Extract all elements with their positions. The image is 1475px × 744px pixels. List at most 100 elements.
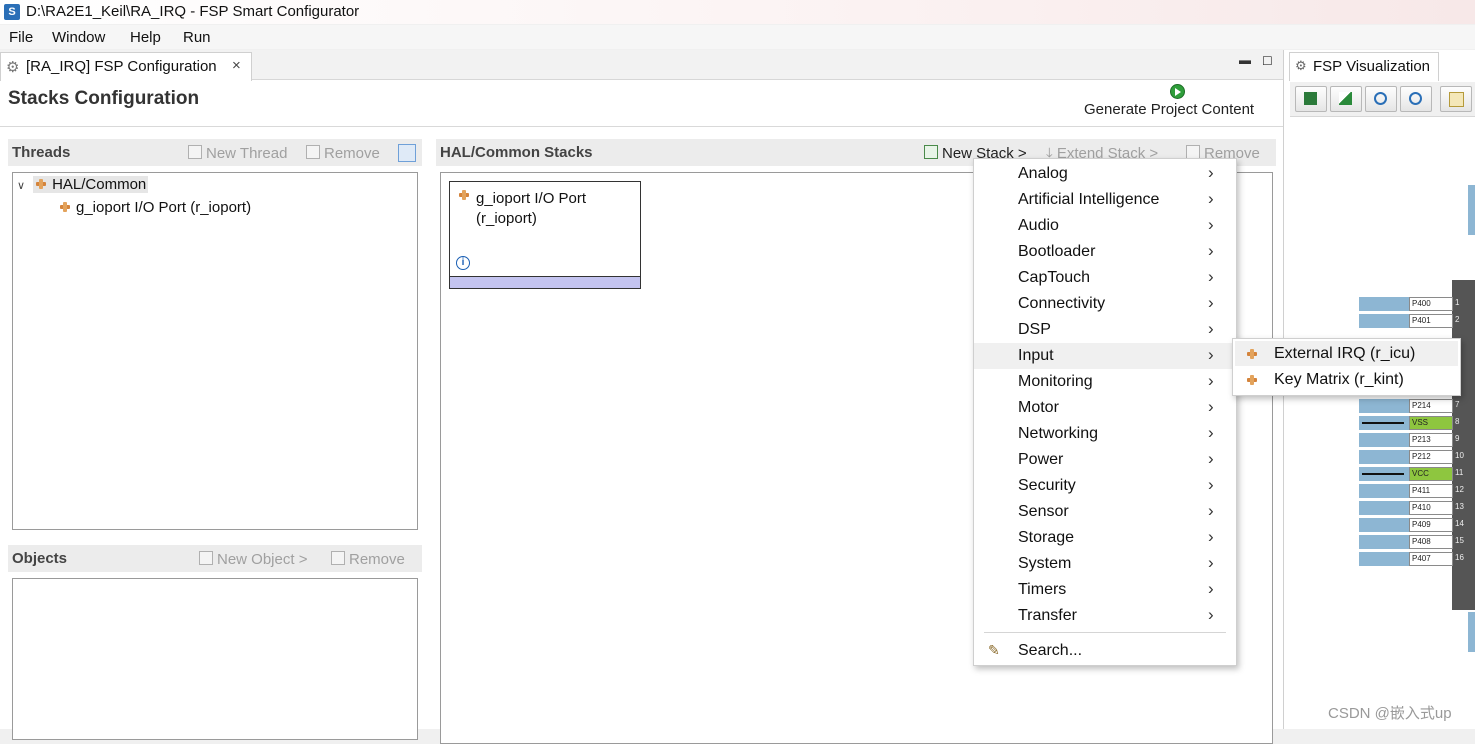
pin-p400[interactable]: P400 1 <box>1359 297 1459 311</box>
remove-object-button[interactable]: Remove <box>331 551 405 568</box>
chevron-right-icon: › <box>1208 501 1214 520</box>
pin-p401[interactable]: P401 2 <box>1359 314 1459 328</box>
new-thread-icon <box>188 145 202 159</box>
menu-item-label: Audio <box>1018 217 1059 234</box>
stack-block-line1: g_ioport I/O Port <box>476 190 587 207</box>
menu-window[interactable]: Window <box>52 29 105 46</box>
menu-item-dsp[interactable]: DSP › <box>974 317 1236 343</box>
pin-bar <box>1359 450 1409 464</box>
pin-p213[interactable]: P213 9 <box>1359 433 1459 447</box>
remove-thread-button[interactable]: Remove <box>306 145 380 162</box>
minimize-icon[interactable]: ▬ <box>1239 53 1251 67</box>
pin-p214[interactable]: P214 7 <box>1359 399 1459 413</box>
submenu-item-key-matrix[interactable]: Key Matrix (r_kint) <box>1235 367 1458 392</box>
menu-help[interactable]: Help <box>130 29 161 46</box>
search-wand-icon: ✎ <box>988 642 1000 658</box>
stack-block-g-ioport[interactable]: g_ioport I/O Port (r_ioport) i <box>449 181 641 289</box>
zoom-out-icon <box>1374 92 1387 105</box>
close-icon[interactable]: × <box>232 57 241 74</box>
menu-item-label: Input <box>1018 347 1054 364</box>
menu-item-storage[interactable]: Storage › <box>974 525 1236 551</box>
tab-label: [RA_IRQ] FSP Configuration <box>26 58 217 75</box>
menu-item-motor[interactable]: Motor › <box>974 395 1236 421</box>
menu-item-system[interactable]: System › <box>974 551 1236 577</box>
menu-file[interactable]: File <box>9 29 33 46</box>
new-object-button[interactable]: New Object > <box>199 551 307 568</box>
pin-name: P212 <box>1409 450 1453 464</box>
generate-project-content-button[interactable]: Generate Project Content <box>1084 101 1254 118</box>
save-image-button[interactable] <box>1295 86 1327 112</box>
pin-number: 9 <box>1455 434 1460 443</box>
menu-item-search-label: Search... <box>1018 642 1083 659</box>
pin-name: VCC <box>1409 467 1453 481</box>
stack-block-title: g_ioport I/O Port (r_ioport) <box>476 189 586 229</box>
pin-p408[interactable]: P408 15 <box>1359 535 1464 549</box>
tab-fsp-visualization[interactable]: ⚙ FSP Visualization <box>1289 52 1439 81</box>
tree-child-label: g_ioport I/O Port (r_ioport) <box>76 199 252 216</box>
menu-item-label: Monitoring <box>1018 373 1093 390</box>
pin-name: VSS <box>1409 416 1453 430</box>
menu-item-connectivity[interactable]: Connectivity › <box>974 291 1236 317</box>
menu-item-timers[interactable]: Timers › <box>974 577 1236 603</box>
menu-item-bootloader[interactable]: Bootloader › <box>974 239 1236 265</box>
zoom-in-button[interactable] <box>1400 86 1432 112</box>
tree-item-g-ioport[interactable]: g_ioport I/O Port (r_ioport) <box>59 199 251 216</box>
menu-item-audio[interactable]: Audio › <box>974 213 1236 239</box>
chevron-right-icon: › <box>1208 553 1214 572</box>
menu-item-search[interactable]: ✎ Search... <box>974 638 1236 664</box>
menu-item-label: Sensor <box>1018 503 1069 520</box>
chevron-right-icon: › <box>1208 293 1214 312</box>
pin-bar <box>1359 484 1409 498</box>
watermark: CSDN @嵌入式up <box>1328 705 1452 722</box>
pin-p411[interactable]: P411 12 <box>1359 484 1464 498</box>
menu-item-sensor[interactable]: Sensor › <box>974 499 1236 525</box>
maximize-icon[interactable]: ☐ <box>1262 54 1273 68</box>
menu-item-captouch[interactable]: CapTouch › <box>974 265 1236 291</box>
tab-fsp-configuration[interactable]: ⚙ [RA_IRQ] FSP Configuration × <box>0 52 252 81</box>
fit-icon <box>1339 92 1352 105</box>
pin-name: P401 <box>1409 314 1453 328</box>
remove-icon <box>331 551 345 565</box>
pin-p407[interactable]: P407 16 <box>1359 552 1464 566</box>
new-thread-button[interactable]: New Thread <box>188 145 287 162</box>
menu-item-power[interactable]: Power › <box>974 447 1236 473</box>
chevron-right-icon: › <box>1208 371 1214 390</box>
menu-item-analog[interactable]: Analog › <box>974 161 1236 187</box>
menu-item-security[interactable]: Security › <box>974 473 1236 499</box>
menu-item-label: DSP <box>1018 321 1051 338</box>
tree-item-hal-common[interactable]: ∨ HAL/Common <box>17 176 149 193</box>
new-object-icon <box>199 551 213 565</box>
menu-item-input[interactable]: Input › <box>974 343 1236 369</box>
chevron-down-icon[interactable]: ∨ <box>17 180 25 192</box>
zoom-out-button[interactable] <box>1365 86 1397 112</box>
chevron-right-icon: › <box>1208 163 1214 182</box>
pin-p212[interactable]: P212 10 <box>1359 450 1464 464</box>
menu-item-transfer[interactable]: Transfer › <box>974 603 1236 629</box>
menu-item-label: CapTouch <box>1018 269 1091 286</box>
new-thread-label: New Thread <box>206 145 288 162</box>
collapse-all-icon[interactable] <box>398 144 416 162</box>
menu-item-label: Transfer <box>1018 607 1077 624</box>
threads-title: Threads <box>12 144 71 161</box>
info-icon[interactable]: i <box>456 256 470 270</box>
arrow-icon <box>1362 473 1404 475</box>
pin-bar <box>1359 433 1409 447</box>
chevron-right-icon: › <box>1208 241 1214 260</box>
run-icon[interactable] <box>1170 84 1185 99</box>
menu-item-artificial-intelligence[interactable]: Artificial Intelligence › <box>974 187 1236 213</box>
menu-item-label: Analog <box>1018 165 1068 182</box>
export-button[interactable] <box>1440 86 1472 112</box>
chevron-right-icon: › <box>1208 423 1214 442</box>
remove-object-label: Remove <box>349 551 405 568</box>
fit-button[interactable] <box>1330 86 1362 112</box>
menu-item-networking[interactable]: Networking › <box>974 421 1236 447</box>
pin-bar <box>1359 314 1409 328</box>
menu-item-monitoring[interactable]: Monitoring › <box>974 369 1236 395</box>
wrench-icon: ⚙ <box>1295 58 1307 73</box>
chevron-right-icon: › <box>1208 267 1214 286</box>
pin-p409[interactable]: P409 14 <box>1359 518 1464 532</box>
pin-p410[interactable]: P410 13 <box>1359 501 1464 515</box>
menu-run[interactable]: Run <box>183 29 211 46</box>
stacks-title: HAL/Common Stacks <box>440 144 593 161</box>
submenu-item-external-irq[interactable]: External IRQ (r_icu) <box>1235 341 1458 366</box>
